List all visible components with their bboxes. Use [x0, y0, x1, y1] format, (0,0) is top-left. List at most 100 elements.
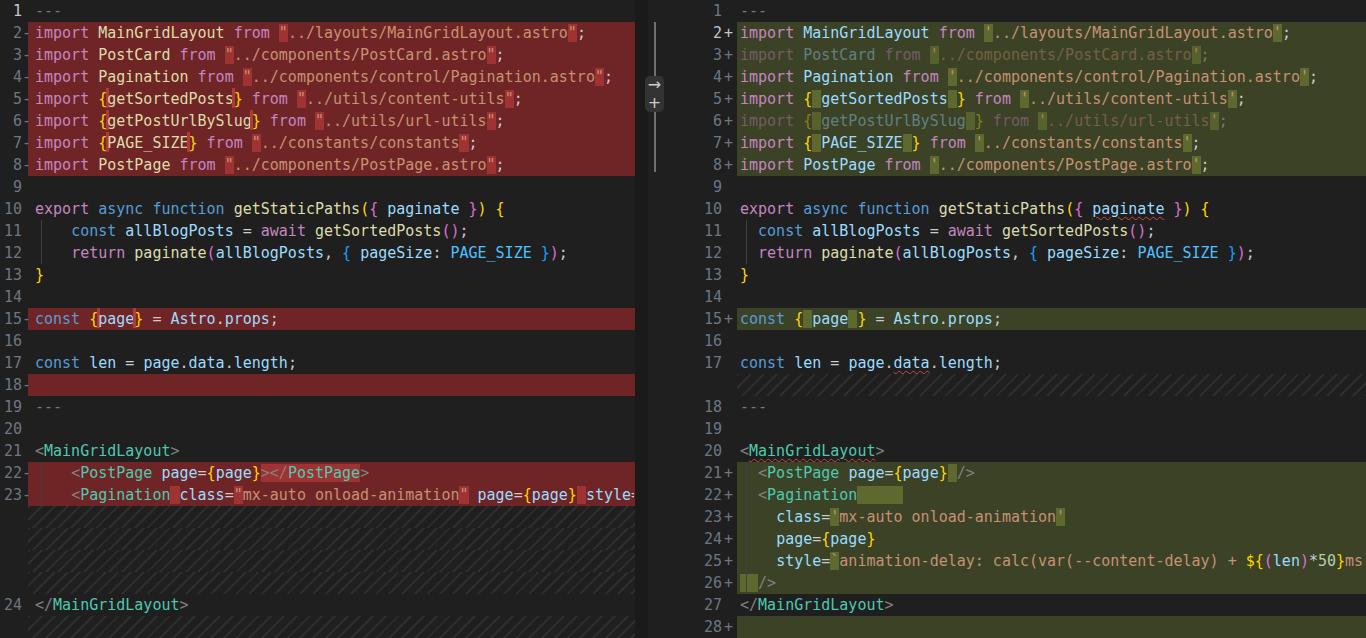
- code-line[interactable]: 2+import MainGridLayout from '../layouts…: [673, 22, 1366, 44]
- code-text: return paginate(allBlogPosts, { pageSize…: [740, 242, 1366, 264]
- code-line[interactable]: 5-import {getSortedPosts} from "../utils…: [0, 88, 648, 110]
- line-number: 5: [673, 88, 722, 110]
- code-line[interactable]: 21+ <PostPage page={page} />: [673, 462, 1366, 484]
- code-line[interactable]: 15+const { page } = Astro.props;: [673, 308, 1366, 330]
- code-text: />: [740, 572, 1366, 594]
- code-line[interactable]: 25+ style=`animation-delay: calc(var(--c…: [673, 550, 1366, 572]
- line-number: 20: [673, 440, 722, 462]
- code-line[interactable]: 3+import PostCard from '../components/Po…: [673, 44, 1366, 66]
- diff-filler-row[interactable]: [0, 528, 648, 550]
- code-line[interactable]: 15-const {page} = Astro.props;: [0, 308, 648, 330]
- code-line[interactable]: 20: [0, 418, 648, 440]
- code-text: import { getSortedPosts } from '../utils…: [740, 88, 1366, 110]
- indent-guide: [746, 242, 747, 264]
- code-text: [740, 286, 1366, 308]
- diff-filler-row[interactable]: [0, 572, 648, 594]
- code-line[interactable]: 1---: [0, 0, 648, 22]
- line-number: 7: [0, 132, 22, 154]
- code-line[interactable]: 9: [673, 176, 1366, 198]
- code-line[interactable]: 3-import PostCard from "../components/Po…: [0, 44, 648, 66]
- code-text: import { getPostUrlBySlug } from '../uti…: [740, 110, 1366, 132]
- code-line[interactable]: 18---: [673, 396, 1366, 418]
- code-line[interactable]: 17const len = page.data.length;: [0, 352, 648, 374]
- accept-block-button[interactable]: +: [645, 95, 664, 111]
- code-text: import Pagination from '../components/co…: [740, 66, 1366, 88]
- code-line[interactable]: 11 const allBlogPosts = await getSortedP…: [0, 220, 648, 242]
- code-line[interactable]: 4-import Pagination from "../components/…: [0, 66, 648, 88]
- diff-marker: +: [724, 22, 733, 44]
- diff-marker: +: [724, 154, 733, 176]
- code-line[interactable]: 16: [673, 330, 1366, 352]
- code-line[interactable]: 27</MainGridLayout>: [673, 594, 1366, 616]
- line-number: 23: [0, 484, 22, 506]
- code-line[interactable]: 23- <Pagination class="mx-auto onload-an…: [0, 484, 648, 506]
- code-line[interactable]: 6+import { getPostUrlBySlug } from '../u…: [673, 110, 1366, 132]
- diff-marker: +: [724, 308, 733, 330]
- code-line[interactable]: 14: [673, 286, 1366, 308]
- revert-block-button[interactable]: →: [645, 77, 664, 93]
- code-line[interactable]: 21<MainGridLayout>: [0, 440, 648, 462]
- code-line[interactable]: 13}: [0, 264, 648, 286]
- line-number: 5: [0, 88, 22, 110]
- code-line[interactable]: 1---: [673, 0, 1366, 22]
- indent-guide: [746, 220, 747, 242]
- code-line[interactable]: 28+: [673, 616, 1366, 638]
- diff-marker: +: [724, 66, 733, 88]
- code-line[interactable]: 11 const allBlogPosts = await getSortedP…: [673, 220, 1366, 242]
- code-line[interactable]: 18-: [0, 374, 648, 396]
- line-number: 7: [673, 132, 722, 154]
- code-line[interactable]: 10export async function getStaticPaths({…: [0, 198, 648, 220]
- code-line[interactable]: 14: [0, 286, 648, 308]
- code-line[interactable]: 13}: [673, 264, 1366, 286]
- diff-marker: +: [724, 616, 733, 638]
- code-line[interactable]: 19---: [0, 396, 648, 418]
- diff-filler-row[interactable]: [0, 506, 648, 528]
- indent-guide: [41, 220, 42, 242]
- code-line[interactable]: 7+import { PAGE_SIZE } from '../constant…: [673, 132, 1366, 154]
- diff-filler-row[interactable]: [0, 616, 648, 638]
- diff-marker: +: [724, 550, 733, 572]
- line-number: 1: [0, 0, 22, 22]
- hatch-pattern: [28, 616, 635, 638]
- code-line[interactable]: 23+ class='mx-auto onload-animation': [673, 506, 1366, 528]
- code-line[interactable]: 12 return paginate(allBlogPosts, { pageS…: [673, 242, 1366, 264]
- code-text: style=`animation-delay: calc(var(--conte…: [740, 550, 1366, 572]
- code-line[interactable]: 26+ />: [673, 572, 1366, 594]
- code-line[interactable]: 10export async function getStaticPaths({…: [673, 198, 1366, 220]
- code-line[interactable]: 2-import MainGridLayout from "../layouts…: [0, 22, 648, 44]
- diff-action-buttons: → +: [645, 76, 664, 112]
- indent-guide: [746, 462, 747, 484]
- diff-marker: -: [22, 132, 31, 154]
- code-line[interactable]: 12 return paginate(allBlogPosts, { pageS…: [0, 242, 648, 264]
- indent-guide: [41, 242, 42, 264]
- code-line[interactable]: 22+ <Pagination: [673, 484, 1366, 506]
- modified-pane[interactable]: 1---2+import MainGridLayout from '../lay…: [673, 0, 1366, 638]
- line-number: 12: [673, 242, 722, 264]
- code-line[interactable]: 24</MainGridLayout>: [0, 594, 648, 616]
- code-line[interactable]: 16: [0, 330, 648, 352]
- code-line[interactable]: 7-import {PAGE_SIZE} from "../constants/…: [0, 132, 648, 154]
- diff-marker: +: [724, 572, 733, 594]
- diff-filler-row[interactable]: [673, 374, 1366, 396]
- code-line[interactable]: 19: [673, 418, 1366, 440]
- code-line[interactable]: 17const len = page.data.length;: [673, 352, 1366, 374]
- diff-filler-row[interactable]: [0, 550, 648, 572]
- code-line[interactable]: 6-import {getPostUrlBySlug} from "../uti…: [0, 110, 648, 132]
- code-line[interactable]: 8-import PostPage from "../components/Po…: [0, 154, 648, 176]
- code-text: [35, 330, 634, 352]
- code-line[interactable]: 20 <MainGridLayout>: [673, 440, 1366, 462]
- hatch-pattern: [28, 528, 635, 550]
- code-line[interactable]: 22- <PostPage page={page}></PostPage>: [0, 462, 648, 484]
- code-line[interactable]: 24+ page={page}: [673, 528, 1366, 550]
- code-text: export async function getStaticPaths({ p…: [35, 198, 634, 220]
- line-number: 23: [673, 506, 722, 528]
- line-number: 1: [673, 0, 722, 22]
- code-line[interactable]: 4+import Pagination from '../components/…: [673, 66, 1366, 88]
- original-pane[interactable]: 1---2-import MainGridLayout from "../lay…: [0, 0, 648, 638]
- code-text: <MainGridLayout>: [740, 440, 1366, 462]
- code-text: return paginate(allBlogPosts, { pageSize…: [35, 242, 634, 264]
- code-line[interactable]: 5+import { getSortedPosts } from '../uti…: [673, 88, 1366, 110]
- code-line[interactable]: 9: [0, 176, 648, 198]
- code-text: </MainGridLayout>: [740, 594, 1366, 616]
- code-line[interactable]: 8+import PostPage from '../components/Po…: [673, 154, 1366, 176]
